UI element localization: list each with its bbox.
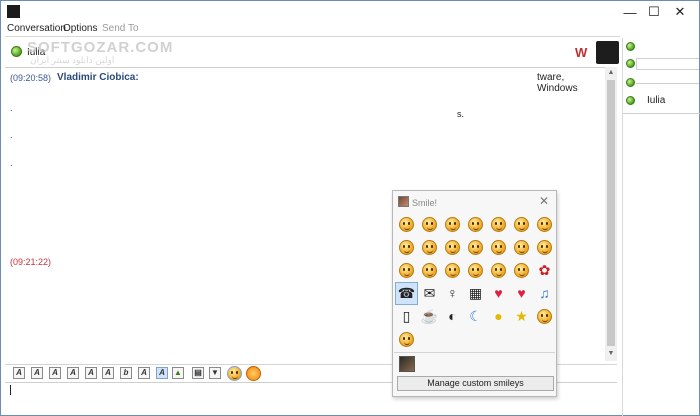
chat-scrollbar[interactable]: ▲ ▼ (605, 67, 617, 361)
scroll-thumb[interactable] (607, 80, 615, 346)
font-strike-button[interactable]: A (67, 367, 79, 379)
nudge-icon[interactable]: ▤ (192, 367, 204, 379)
popup-close-icon[interactable]: ✕ (539, 194, 549, 208)
message-input-caret[interactable] (10, 385, 11, 395)
star-icon[interactable]: ★ (510, 305, 533, 328)
sarcastic-icon[interactable] (441, 259, 464, 282)
wink-icon[interactable] (246, 366, 261, 381)
title-bar: — ☐ ✕ (1, 1, 699, 23)
thumbs-down-icon[interactable] (487, 259, 510, 282)
background-color-button[interactable]: b (120, 367, 132, 379)
popup-avatar-icon (398, 196, 409, 207)
devil-icon[interactable] (510, 236, 533, 259)
popup-title: Smile! (412, 198, 438, 208)
beer-icon[interactable]: ▯ (395, 305, 418, 328)
close-button[interactable]: ✕ (657, 1, 700, 23)
watermark-subtext: اولین دانلود سنتر ایران (30, 55, 115, 65)
online-status-icon (626, 59, 635, 68)
surprised-icon[interactable] (487, 213, 510, 236)
sun-icon[interactable]: ● (487, 305, 510, 328)
popup-divider (394, 352, 555, 353)
contact-item[interactable] (623, 39, 700, 56)
music-note-icon[interactable]: ♫ (533, 282, 556, 305)
contact-item[interactable]: Iulia (623, 93, 700, 110)
online-status-icon (11, 46, 22, 57)
sad-icon[interactable] (441, 213, 464, 236)
contact-item[interactable] (623, 56, 700, 73)
big-grin-icon[interactable] (418, 213, 441, 236)
menu-bar: Conversation Options Send To (1, 23, 699, 37)
coffee-icon[interactable]: ☕ (418, 305, 441, 328)
font-bold-button[interactable]: A (13, 367, 25, 379)
broken-heart-icon[interactable]: ♥ (510, 282, 533, 305)
clap-icon[interactable] (510, 259, 533, 282)
confused-icon[interactable] (441, 236, 464, 259)
manage-custom-smileys-button[interactable]: Manage custom smileys (397, 376, 554, 391)
phone-icon[interactable]: ☎ (395, 282, 418, 305)
message-sender: Vladimir Ciobica: (57, 72, 139, 83)
angel-icon[interactable] (533, 236, 556, 259)
menu-conversation[interactable]: Conversation (7, 23, 66, 34)
cool-icon[interactable] (395, 236, 418, 259)
winks-icon[interactable]: W (575, 45, 587, 60)
message-timestamp: (09:20:58) (10, 73, 52, 83)
chat-header: Iulia SOFTGOZAR.COM اولین دانلود سنتر ای… (5, 39, 620, 66)
emoticon-icon[interactable] (227, 366, 242, 381)
font-decrease-button[interactable]: A (102, 367, 114, 379)
sidebar-divider (623, 113, 700, 114)
happy-icon[interactable] (533, 305, 556, 328)
online-status-icon (626, 78, 635, 87)
scroll-up-icon[interactable]: ▲ (605, 67, 617, 79)
party-icon[interactable] (395, 328, 418, 351)
message-fragment: s. (457, 109, 465, 119)
disappointed-icon[interactable] (487, 236, 510, 259)
moon-icon[interactable]: ☾ (464, 305, 487, 328)
message-fragment: . (10, 158, 13, 168)
embarrassed-icon[interactable] (418, 236, 441, 259)
heart-icon[interactable]: ♥ (487, 282, 510, 305)
send-file-icon[interactable]: ▼ (209, 367, 221, 379)
smile-icon[interactable] (395, 213, 418, 236)
message-timestamp: (09:21:22) (10, 257, 52, 267)
font-size-icon[interactable]: ▲ (172, 367, 184, 379)
tongue-icon[interactable] (510, 213, 533, 236)
crying-icon[interactable] (464, 236, 487, 259)
font-style-button[interactable]: A (156, 367, 168, 379)
contacts-sidebar: Iulia (622, 38, 700, 416)
font-italic-button[interactable]: A (31, 367, 43, 379)
smile-popup: Smile! ✕ ✿ ☎ ✉ ♀ ▦ ♥ ♥ ♫ ▯ ☕ ◐ ☾ ● ★ Manage custom sm… (392, 190, 557, 397)
contact-item[interactable] (623, 75, 700, 92)
thumbs-up-icon[interactable] (464, 259, 487, 282)
watermark-text: SOFTGOZAR.COM (27, 39, 174, 56)
custom-smiley-icon[interactable] (399, 356, 415, 372)
angry-icon[interactable] (533, 213, 556, 236)
menu-divider (5, 36, 620, 37)
online-status-icon (626, 42, 635, 51)
rose-icon[interactable]: ✿ (533, 259, 556, 282)
font-increase-button[interactable]: A (85, 367, 97, 379)
online-status-icon (626, 96, 635, 105)
email-icon[interactable]: ✉ (418, 282, 441, 305)
cake-icon[interactable]: ▦ (464, 282, 487, 305)
font-color-button[interactable]: A (138, 367, 150, 379)
messenger-window: — ☐ ✕ Conversation Options Send To Iulia… (0, 0, 700, 416)
message-fragment: . (10, 130, 13, 140)
scroll-down-icon[interactable]: ▼ (605, 348, 617, 360)
menu-send-to[interactable]: Send To (102, 23, 139, 34)
lightbulb-icon[interactable]: ♀ (441, 282, 464, 305)
contact-label: Iulia (647, 95, 666, 106)
message-text: tware, Windows (537, 72, 578, 94)
baring-teeth-icon[interactable] (395, 259, 418, 282)
clock-icon[interactable]: ◐ (441, 305, 464, 328)
app-icon (7, 5, 20, 18)
menu-options[interactable]: Options (63, 23, 97, 34)
nerd-icon[interactable] (418, 259, 441, 282)
avatar[interactable] (596, 41, 619, 64)
wink-icon[interactable] (464, 213, 487, 236)
message-fragment: . (10, 103, 13, 113)
font-underline-button[interactable]: A (49, 367, 61, 379)
